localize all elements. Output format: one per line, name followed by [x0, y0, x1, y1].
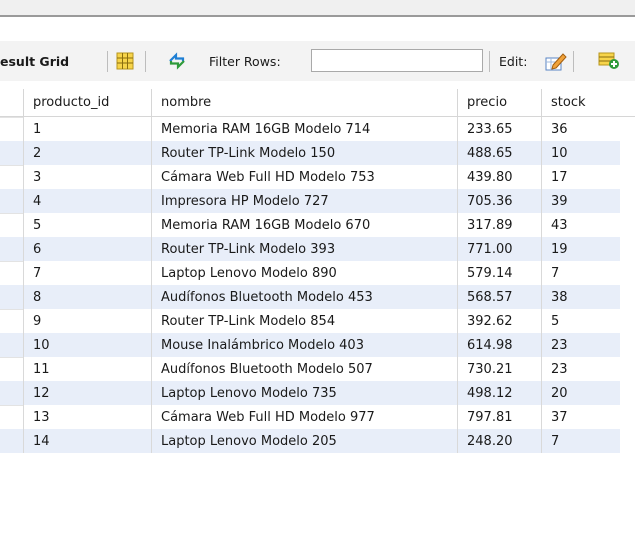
table-row[interactable]: 10 Mouse Inalámbrico Modelo 403 614.98 23 [0, 333, 620, 357]
table-row[interactable]: 12 Laptop Lenovo Modelo 735 498.12 20 [0, 381, 620, 405]
table-row[interactable]: 8 Audífonos Bluetooth Modelo 453 568.57 38 [0, 285, 620, 309]
table-cell[interactable]: 5 [23, 213, 151, 237]
pencil-edit-icon[interactable] [545, 51, 567, 71]
table-cell[interactable]: Memoria RAM 16GB Modelo 714 [151, 117, 457, 141]
add-row-icon[interactable] [598, 52, 620, 70]
column-header-stock[interactable]: stock [541, 89, 620, 116]
table-cell[interactable]: Router TP-Link Modelo 854 [151, 309, 457, 333]
table-cell[interactable]: Cámara Web Full HD Modelo 977 [151, 405, 457, 429]
table-row[interactable]: 14 Laptop Lenovo Modelo 205 248.20 7 [0, 429, 620, 453]
table-cell[interactable]: 5 [541, 309, 620, 333]
table-cell[interactable]: 20 [541, 381, 620, 405]
table-cell[interactable]: Mouse Inalámbrico Modelo 403 [151, 333, 457, 357]
table-cell[interactable]: 19 [541, 237, 620, 261]
grid-header: producto_id nombre precio stock [0, 89, 635, 117]
table-cell[interactable]: 36 [541, 117, 620, 141]
table-cell[interactable]: Laptop Lenovo Modelo 205 [151, 429, 457, 453]
table-cell[interactable]: 1 [23, 117, 151, 141]
filter-rows-label: Filter Rows: [209, 53, 281, 69]
table-cell[interactable]: Laptop Lenovo Modelo 735 [151, 381, 457, 405]
table-cell[interactable]: 233.65 [457, 117, 541, 141]
grid-layout-icon[interactable] [116, 52, 134, 70]
column-header-nombre[interactable]: nombre [151, 89, 457, 116]
edit-label: Edit: [499, 53, 528, 69]
table-row[interactable]: 1 Memoria RAM 16GB Modelo 714 233.65 36 [0, 117, 620, 141]
table-cell[interactable]: Laptop Lenovo Modelo 890 [151, 261, 457, 285]
table-row[interactable]: 2 Router TP-Link Modelo 150 488.65 10 [0, 141, 620, 165]
table-cell[interactable]: 4 [23, 189, 151, 213]
table-cell[interactable]: Cámara Web Full HD Modelo 753 [151, 165, 457, 189]
table-cell[interactable]: 6 [23, 237, 151, 261]
table-row[interactable]: 11 Audífonos Bluetooth Modelo 507 730.21 23 [0, 357, 620, 381]
column-header-precio[interactable]: precio [457, 89, 541, 116]
table-cell[interactable]: 13 [23, 405, 151, 429]
table-cell[interactable]: 392.62 [457, 309, 541, 333]
table-cell[interactable]: 43 [541, 213, 620, 237]
table-cell[interactable]: 317.89 [457, 213, 541, 237]
table-cell[interactable]: 797.81 [457, 405, 541, 429]
table-cell[interactable]: 771.00 [457, 237, 541, 261]
table-cell[interactable]: 17 [541, 165, 620, 189]
table-cell[interactable]: 23 [541, 357, 620, 381]
table-cell[interactable]: Audífonos Bluetooth Modelo 453 [151, 285, 457, 309]
table-row[interactable]: 6 Router TP-Link Modelo 393 771.00 19 [0, 237, 620, 261]
column-header-producto-id[interactable]: producto_id [23, 89, 151, 116]
toolbar-separator [573, 51, 574, 72]
table-cell[interactable]: 7 [23, 261, 151, 285]
top-window-bar [0, 0, 635, 17]
table-row[interactable]: 9 Router TP-Link Modelo 854 392.62 5 [0, 309, 620, 333]
result-grid-toolbar: esult Grid Filter Rows: Edit: [0, 41, 635, 81]
table-cell[interactable]: 730.21 [457, 357, 541, 381]
table-cell[interactable]: 568.57 [457, 285, 541, 309]
toolbar-separator [107, 51, 108, 72]
table-row[interactable]: 7 Laptop Lenovo Modelo 890 579.14 7 [0, 261, 620, 285]
table-cell[interactable]: Router TP-Link Modelo 150 [151, 141, 457, 165]
table-cell[interactable]: Impresora HP Modelo 727 [151, 189, 457, 213]
table-cell[interactable]: Audífonos Bluetooth Modelo 507 [151, 357, 457, 381]
table-cell[interactable]: 38 [541, 285, 620, 309]
table-cell[interactable]: Router TP-Link Modelo 393 [151, 237, 457, 261]
table-cell[interactable]: 439.80 [457, 165, 541, 189]
table-cell[interactable]: 579.14 [457, 261, 541, 285]
table-cell[interactable]: 3 [23, 165, 151, 189]
table-cell[interactable]: 705.36 [457, 189, 541, 213]
result-grid-label: esult Grid [0, 53, 70, 69]
table-cell[interactable]: 12 [23, 381, 151, 405]
table-cell[interactable]: 11 [23, 357, 151, 381]
table-row[interactable]: 4 Impresora HP Modelo 727 705.36 39 [0, 189, 620, 213]
table-cell[interactable]: Memoria RAM 16GB Modelo 670 [151, 213, 457, 237]
table-cell[interactable]: 2 [23, 141, 151, 165]
toolbar-separator [145, 51, 146, 72]
table-cell[interactable]: 614.98 [457, 333, 541, 357]
table-cell[interactable]: 10 [541, 141, 620, 165]
table-cell[interactable]: 10 [23, 333, 151, 357]
table-cell[interactable]: 488.65 [457, 141, 541, 165]
table-cell[interactable]: 37 [541, 405, 620, 429]
table-cell[interactable]: 14 [23, 429, 151, 453]
result-grid[interactable]: producto_id nombre precio stock 1 Memoria… [0, 89, 635, 533]
table-cell[interactable]: 8 [23, 285, 151, 309]
toolbar-separator [489, 51, 490, 72]
refresh-arrows-icon[interactable] [167, 52, 187, 70]
table-cell[interactable]: 248.20 [457, 429, 541, 453]
table-cell[interactable]: 498.12 [457, 381, 541, 405]
table-cell[interactable]: 7 [541, 429, 620, 453]
table-row[interactable]: 5 Memoria RAM 16GB Modelo 670 317.89 43 [0, 213, 620, 237]
filter-rows-input[interactable] [311, 49, 483, 72]
table-cell[interactable]: 9 [23, 309, 151, 333]
table-row[interactable]: 13 Cámara Web Full HD Modelo 977 797.81 37 [0, 405, 620, 429]
table-cell[interactable]: 23 [541, 333, 620, 357]
table-cell[interactable]: 39 [541, 189, 620, 213]
table-cell[interactable]: 7 [541, 261, 620, 285]
table-row[interactable]: 3 Cámara Web Full HD Modelo 753 439.80 17 [0, 165, 620, 189]
